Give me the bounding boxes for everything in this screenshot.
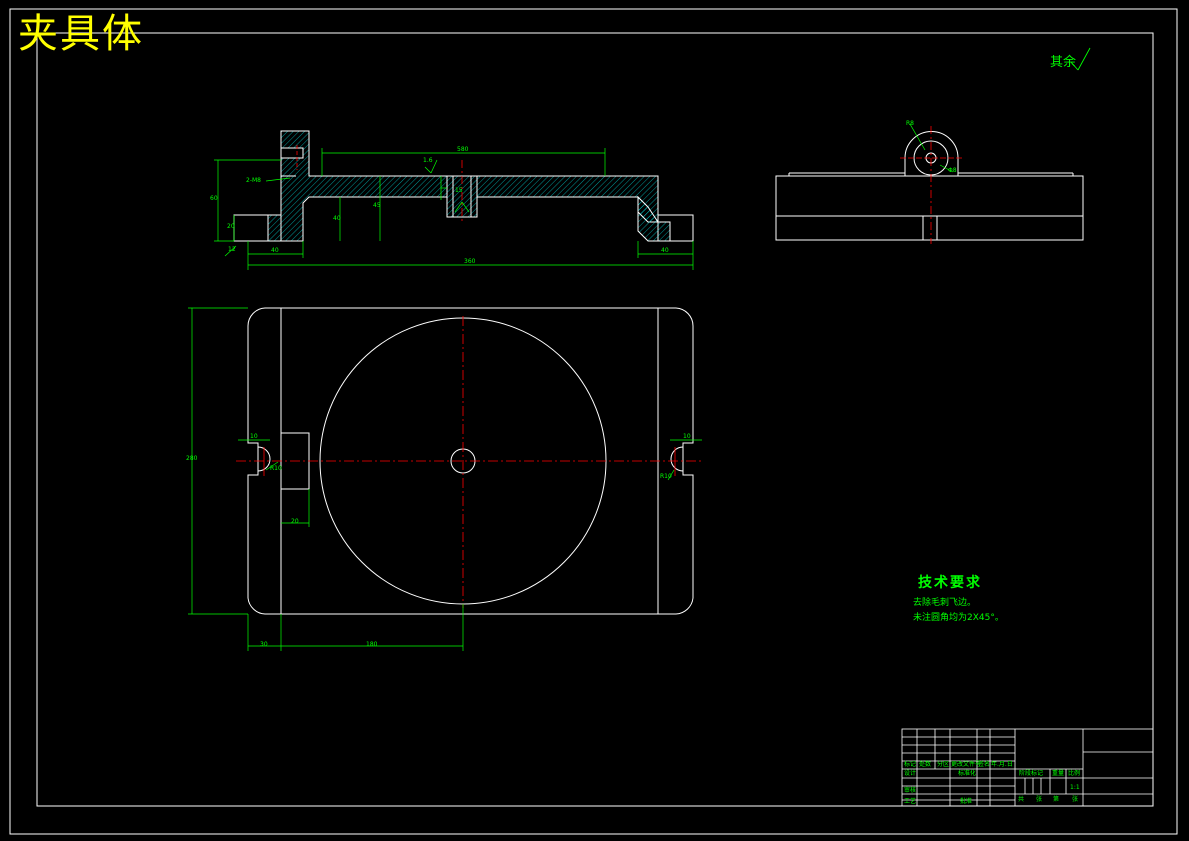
dim-section-right-end: 40 (661, 247, 669, 254)
section-hatch-body (280, 130, 659, 242)
tb-sheet-of: 张 (1036, 796, 1043, 803)
section-column-slot (280, 147, 304, 159)
tb-count: 处数 (919, 761, 932, 768)
roughness-note: 其余 (1050, 55, 1077, 70)
dim-section-overall: 360 (464, 258, 476, 265)
side-view (775, 123, 1084, 244)
tb-date: 年.月.日 (991, 761, 1013, 768)
tb-change-doc: 更改文件号 (951, 761, 982, 768)
dim-section-bore-depth: 15 (455, 187, 463, 194)
dim-section-left-end: 40 (271, 247, 279, 254)
plan-view (188, 307, 704, 651)
plan-dimensions (188, 307, 702, 651)
tb-sign: 签名 (978, 761, 991, 768)
tb-weight: 重量 (1052, 770, 1065, 777)
dim-plan-left-offset: 30 (260, 641, 268, 648)
tb-design: 设计 (904, 770, 917, 777)
dim-side-hole: Φ8 (948, 167, 957, 174)
section-view (214, 130, 694, 270)
tb-stage: 阶段标记 (1019, 770, 1044, 777)
section-left-hatch (267, 214, 282, 242)
dim-plan-right-slot: 10 (683, 433, 691, 440)
tb-sheet-num: 第 (1053, 796, 1060, 803)
tb-sheet: 共 (1018, 796, 1025, 803)
cad-drawing-canvas: 夹具体 其余 技术要求 去除毛刺飞边。 未注圆角均为2X45°。 580 360… (0, 0, 1189, 841)
dim-plan-left-slot: 10 (250, 433, 258, 440)
side-body (775, 175, 1084, 241)
tb-standard: 标准化 (958, 770, 977, 777)
dim-plan-left-radius: R10 (270, 465, 282, 472)
tech-requirement-line-2: 未注圆角均为2X45°。 (913, 613, 1004, 623)
dim-section-mid-height: 40 (333, 215, 341, 222)
tb-approve: 批准 (960, 798, 973, 805)
tb-sheet-num-suffix: 张 (1072, 796, 1079, 803)
dim-section-top-width: 580 (457, 146, 469, 153)
tech-requirements-title: 技术要求 (918, 575, 982, 591)
dim-plan-center-offset: 180 (366, 641, 378, 648)
tb-review: 审核 (904, 787, 917, 794)
dim-section-roughness-mid: 1.6 (423, 157, 433, 164)
dim-section-height: 60 (210, 195, 218, 202)
dim-section-thread: 2-M8 (246, 177, 261, 184)
side-notch (922, 215, 938, 241)
dim-section-inner-height: 45 (373, 202, 381, 209)
tb-zone: 分区 (937, 761, 950, 768)
dim-plan-right-radius: R10 (660, 473, 672, 480)
technical-drawing (9, 8, 1178, 835)
tb-process: 工艺 (904, 798, 917, 805)
dim-side-radius: R8 (906, 120, 914, 127)
sheet-outer-border (9, 8, 1178, 835)
tb-mark: 标记 (904, 761, 917, 768)
tb-scale-value: 1:1 (1070, 784, 1080, 791)
dim-section-base-height: 20 (227, 223, 235, 230)
sheet-inner-frame (36, 32, 1154, 807)
dim-plan-height: 280 (186, 455, 198, 462)
dim-plan-key-width: 20 (291, 518, 299, 525)
tech-requirement-line-1: 去除毛刺飞边。 (913, 598, 977, 608)
drawing-title: 夹具体 (18, 11, 144, 57)
side-leader-r (909, 123, 926, 151)
tb-scale: 比例 (1068, 770, 1081, 777)
dim-section-roughness-left: 12 (228, 246, 236, 253)
plan-right-slot (670, 446, 684, 472)
